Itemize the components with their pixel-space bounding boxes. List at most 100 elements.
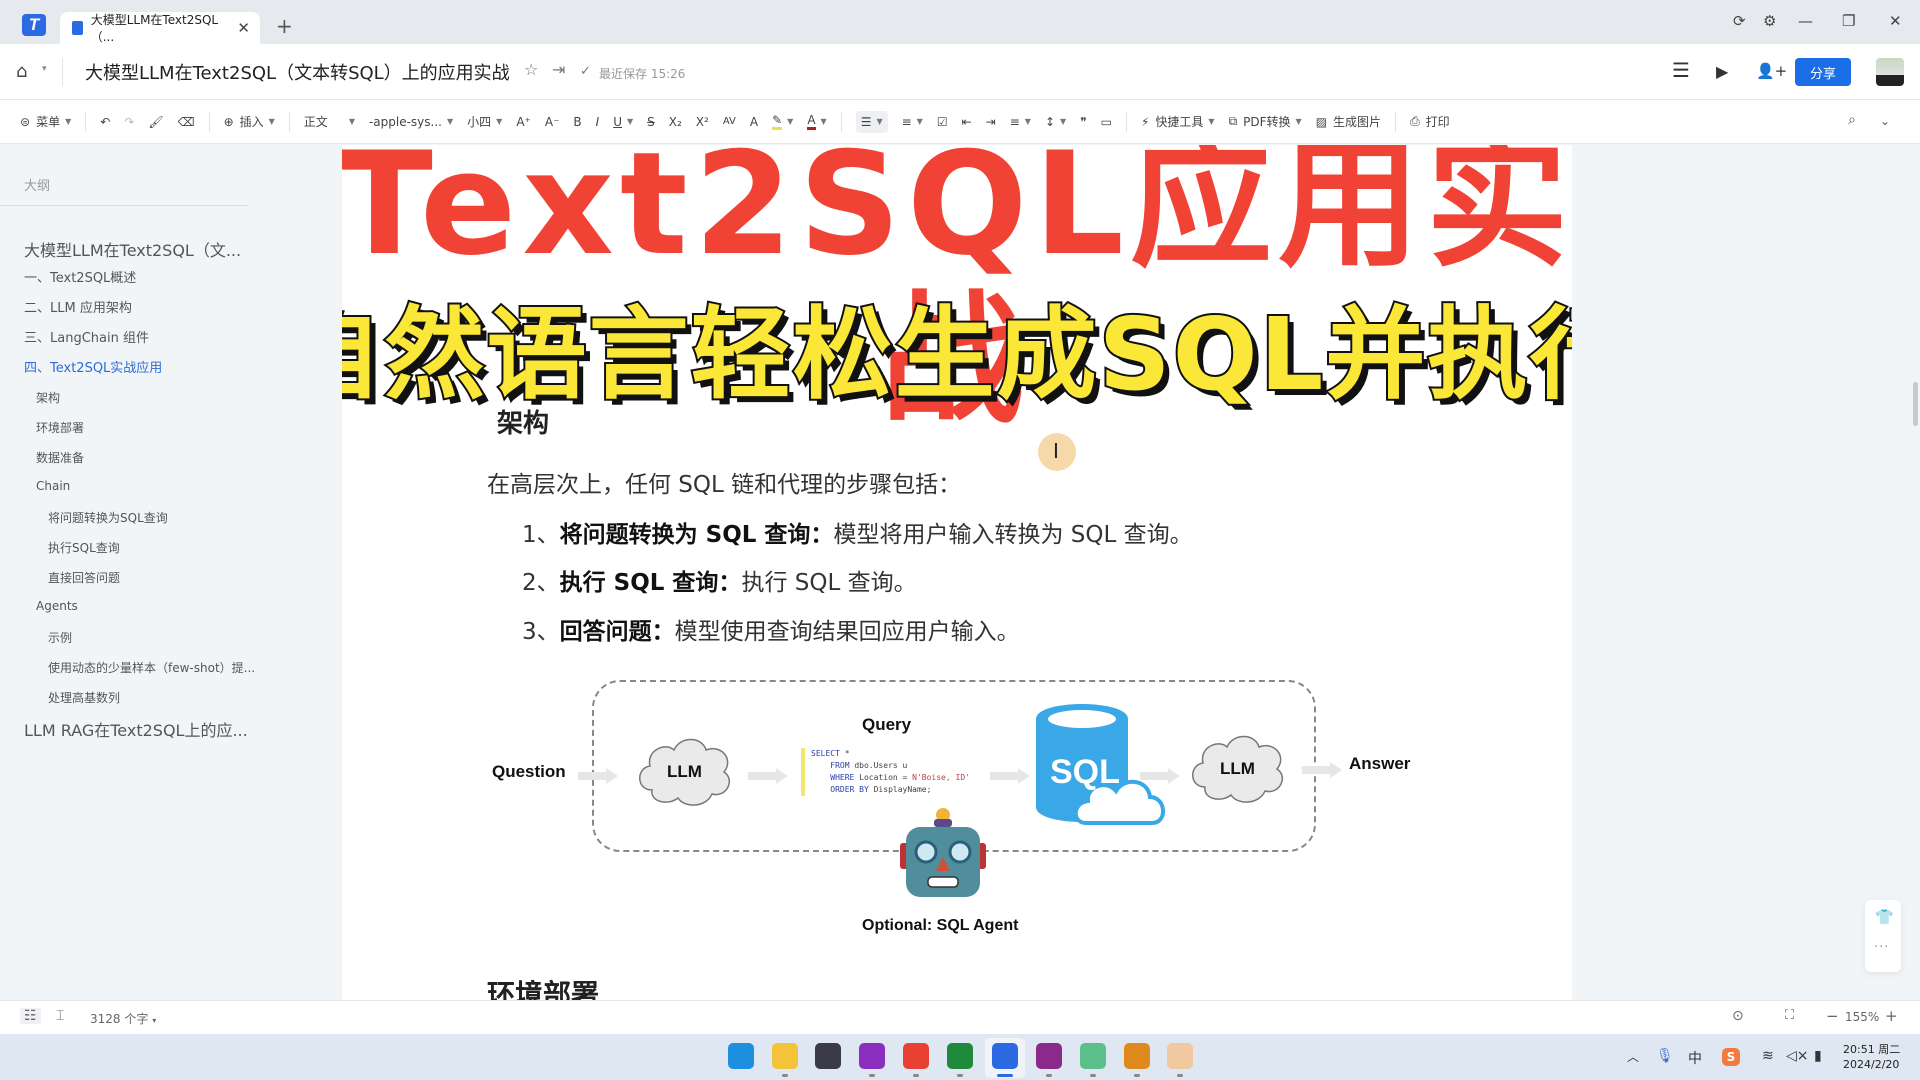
paragraph-style-select[interactable]: 正文 ▼ xyxy=(304,113,355,130)
outline-item[interactable]: 直接回答问题 xyxy=(48,569,120,586)
close-tab-icon[interactable]: ✕ xyxy=(237,19,250,37)
vertical-scrollbar[interactable] xyxy=(1913,382,1918,426)
outdent-button[interactable]: ⇤ xyxy=(962,115,972,129)
underline-button[interactable]: U ▼ xyxy=(613,115,633,129)
outline-item[interactable]: LLM RAG在Text2SQL上的应... xyxy=(24,717,248,741)
user-avatar[interactable] xyxy=(1876,58,1904,86)
outline-item[interactable]: 环境部署 xyxy=(36,419,84,436)
presentation-icon[interactable]: ▶ xyxy=(1716,62,1728,81)
outline-item[interactable]: 数据准备 xyxy=(36,449,84,466)
superscript-button[interactable]: X² xyxy=(696,115,709,129)
settings-icon[interactable]: ⚙ xyxy=(1763,12,1776,30)
invite-collaborator-icon[interactable]: 👤+ xyxy=(1756,62,1787,80)
outline-item[interactable]: 一、Text2SQL概述 xyxy=(24,267,136,286)
wifi-icon[interactable]: ≋ xyxy=(1762,1048,1774,1064)
format-painter-button[interactable]: 🖌 xyxy=(148,115,163,129)
screen-recorder-taskbar-icon[interactable] xyxy=(859,1043,885,1069)
print-button[interactable]: ⎙ 打印 xyxy=(1410,113,1450,130)
remote-desktop-taskbar-icon[interactable] xyxy=(1080,1043,1106,1069)
sogou-ime-icon[interactable]: S xyxy=(1722,1048,1740,1066)
zoom-level[interactable]: 155% xyxy=(1845,1010,1879,1024)
bold-button[interactable]: B xyxy=(573,115,581,129)
document-title[interactable]: 大模型LLM在Text2SQL（文本转SQL）上的应用实战 xyxy=(85,59,510,85)
battery-icon[interactable]: ▮ xyxy=(1814,1048,1822,1064)
chrome-taskbar-icon[interactable] xyxy=(903,1043,929,1069)
start-taskbar-icon[interactable] xyxy=(728,1043,754,1069)
font-color-button[interactable]: A ▼ xyxy=(807,113,827,130)
checklist-button[interactable]: ☑ xyxy=(937,115,948,129)
fullscreen-icon[interactable]: ⛶ xyxy=(1785,1008,1794,1023)
theme-skin-icon[interactable]: 👕 xyxy=(1875,908,1894,926)
collapse-toolbar-icon[interactable]: ⌄ xyxy=(1880,114,1890,128)
pycharm-taskbar-icon[interactable] xyxy=(947,1043,973,1069)
menu-button[interactable]: ⊜ 菜单 ▼ xyxy=(20,113,71,130)
highlight-color-button[interactable]: ✎ ▼ xyxy=(772,113,793,130)
align-button[interactable]: ≡ ▼ xyxy=(1010,115,1031,129)
sync-icon[interactable]: ⟳ xyxy=(1733,12,1746,30)
outline-item[interactable]: 大模型LLM在Text2SQL（文... xyxy=(24,237,241,261)
outline-item[interactable]: 架构 xyxy=(36,389,60,406)
zoom-in-button[interactable]: + xyxy=(1885,1007,1898,1025)
outline-item[interactable]: 将问题转换为SQL查询 xyxy=(48,509,168,526)
app-logo-icon[interactable]: T xyxy=(22,14,46,36)
line-spacing-button[interactable]: ↕ ▼ xyxy=(1045,115,1066,129)
outline-item[interactable]: 使用动态的少量样本（few-shot）提... xyxy=(48,659,255,676)
system-clock[interactable]: 20:51 周二 2024/2/20 xyxy=(1843,1042,1900,1072)
share-button[interactable]: 分享 xyxy=(1795,58,1851,86)
outline-item[interactable]: 四、Text2SQL实战应用 xyxy=(24,357,162,376)
file-explorer-taskbar-icon[interactable] xyxy=(772,1043,798,1069)
new-tab-button[interactable]: + xyxy=(276,14,293,38)
indent-button[interactable]: ⇥ xyxy=(986,115,996,129)
text-effect-button[interactable]: A xyxy=(750,115,758,129)
sublime-text-taskbar-icon[interactable] xyxy=(1124,1043,1150,1069)
more-icon[interactable]: ··· xyxy=(1874,940,1889,955)
pdf-convert-button[interactable]: ⧉ PDF转换 ▼ xyxy=(1229,113,1302,130)
italic-button[interactable]: I xyxy=(596,115,600,129)
increase-font-button[interactable]: A⁺ xyxy=(516,115,531,129)
microphone-icon[interactable]: 🎙 xyxy=(1656,1048,1674,1064)
close-window-button[interactable]: ✕ xyxy=(1889,12,1902,30)
outline-item[interactable]: Chain xyxy=(36,479,70,493)
outline-menu-icon[interactable]: ☰ xyxy=(1672,58,1690,82)
show-hidden-icons-icon[interactable]: ︿ xyxy=(1627,1048,1639,1065)
character-spacing-button[interactable]: AV xyxy=(723,116,736,127)
word-count[interactable]: 3128 个字 ▾ xyxy=(90,1010,156,1027)
ime-indicator[interactable]: 中 xyxy=(1688,1048,1702,1068)
terminal-app-taskbar-icon[interactable] xyxy=(815,1043,841,1069)
minimize-button[interactable]: — xyxy=(1798,12,1813,30)
docs-app-taskbar-icon[interactable] xyxy=(992,1043,1018,1069)
butterfly-app-taskbar-icon[interactable] xyxy=(1167,1043,1193,1069)
document-page[interactable]: 架构 Text2SQL应用实战 自然语言轻松生成SQL并执行 I 在高层次上，任… xyxy=(342,145,1572,1000)
outline-item[interactable]: 处理高基数列 xyxy=(48,689,120,706)
search-icon[interactable]: ⌕ xyxy=(1848,112,1856,128)
star-icon[interactable]: ☆ xyxy=(524,60,538,79)
quote-button[interactable]: ❞ xyxy=(1080,115,1086,129)
play-icon[interactable]: ⊙ xyxy=(1732,1008,1744,1024)
quick-tools-button[interactable]: ⚡ 快捷工具 ▼ xyxy=(1141,113,1215,130)
home-icon[interactable]: ⌂ xyxy=(16,61,27,82)
bullet-list-button[interactable]: ☰ ▼ xyxy=(855,110,888,133)
insert-button[interactable]: ⊕ 插入 ▼ xyxy=(224,113,275,130)
strikethrough-button[interactable]: S xyxy=(647,115,655,129)
outline-item[interactable]: 示例 xyxy=(48,629,72,646)
volume-muted-icon[interactable]: ◁× xyxy=(1786,1048,1809,1064)
clear-format-button[interactable]: ⌫ xyxy=(178,115,195,129)
maximize-button[interactable]: ❐ xyxy=(1842,12,1855,30)
pdf-app-taskbar-icon[interactable] xyxy=(1036,1043,1062,1069)
outline-item[interactable]: 三、LangChain 组件 xyxy=(24,327,149,346)
subscript-button[interactable]: X₂ xyxy=(669,115,682,129)
callout-button[interactable]: ▭ xyxy=(1101,115,1112,129)
numbered-list-button[interactable]: ≡ ▼ xyxy=(902,115,923,129)
outline-toggle-icon[interactable]: ☷ xyxy=(20,1008,41,1024)
outline-item[interactable]: 二、LLM 应用架构 xyxy=(24,297,132,316)
move-to-folder-icon[interactable]: ⇥ xyxy=(552,60,565,79)
generate-image-button[interactable]: ▨ 生成图片 xyxy=(1316,113,1381,130)
zoom-out-button[interactable]: − xyxy=(1826,1007,1839,1025)
chevron-down-icon[interactable]: ▾ xyxy=(42,64,47,74)
page-layout-icon[interactable]: ⌶ xyxy=(56,1008,64,1024)
redo-button[interactable]: ↷ xyxy=(124,115,134,129)
outline-item[interactable]: 执行SQL查询 xyxy=(48,539,120,556)
decrease-font-button[interactable]: A⁻ xyxy=(545,115,560,129)
font-size-select[interactable]: 小四 ▼ xyxy=(467,113,502,130)
outline-item[interactable]: Agents xyxy=(36,599,78,613)
